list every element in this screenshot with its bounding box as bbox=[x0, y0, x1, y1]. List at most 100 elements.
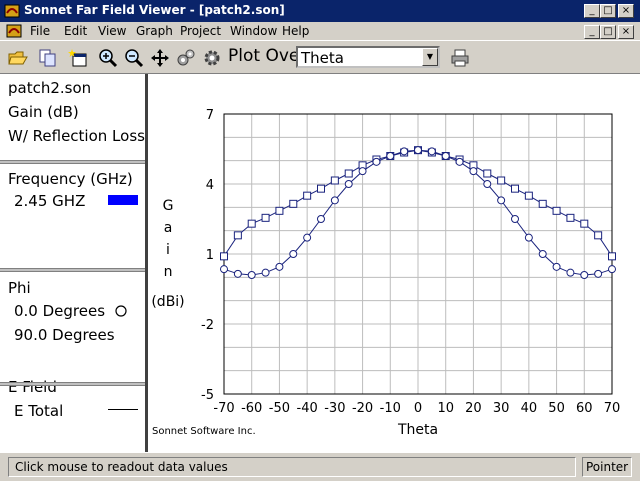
quantity-label: Gain (dB) bbox=[8, 103, 79, 121]
doc-minimize-button[interactable]: _ bbox=[584, 25, 600, 39]
data-point-square bbox=[289, 199, 298, 208]
x-tick-label: 30 bbox=[493, 401, 510, 416]
data-point-circle bbox=[441, 152, 450, 160]
title-bar: Sonnet Far Field Viewer - [patch2.son] _… bbox=[0, 0, 640, 22]
status-mode: Pointer bbox=[586, 460, 629, 474]
x-tick-label: 50 bbox=[548, 401, 565, 416]
data-point-circle bbox=[483, 180, 492, 188]
data-point-circle bbox=[552, 262, 561, 271]
status-message: Click mouse to readout data values bbox=[15, 460, 228, 474]
data-point-circle bbox=[580, 271, 589, 279]
menu-edit[interactable]: Edit bbox=[64, 24, 87, 38]
status-bar: Click mouse to readout data values Point… bbox=[0, 452, 640, 481]
plot-over-select[interactable]: Theta ▼ bbox=[296, 46, 440, 68]
panel-divider[interactable] bbox=[0, 160, 145, 164]
x-axis-label: Theta bbox=[397, 422, 438, 438]
line-style-swatch bbox=[108, 409, 138, 410]
plot-over-label: Plot Over bbox=[228, 46, 307, 66]
data-point-circle bbox=[358, 167, 367, 176]
printer-icon[interactable] bbox=[450, 48, 470, 68]
y-tick-label: -5 bbox=[201, 388, 214, 403]
status-message-panel: Click mouse to readout data values bbox=[8, 457, 576, 477]
x-tick-label: 40 bbox=[521, 401, 538, 416]
y-axis-label-letter: i bbox=[166, 242, 170, 258]
doc-restore-button[interactable]: □ bbox=[600, 25, 616, 39]
menu-window[interactable]: Window bbox=[230, 24, 277, 38]
frequency-color-swatch bbox=[108, 195, 138, 205]
zoom-out-icon[interactable] bbox=[124, 48, 144, 68]
menu-file[interactable]: File bbox=[30, 24, 50, 38]
x-tick-label: -60 bbox=[241, 401, 262, 416]
copy-icon[interactable] bbox=[38, 48, 58, 68]
data-point-square bbox=[233, 231, 242, 240]
x-tick-label: -30 bbox=[324, 401, 345, 416]
data-point-circle bbox=[247, 271, 256, 279]
gear-icon[interactable] bbox=[202, 48, 222, 68]
legend-pane: patch2.son Gain (dB) W/ Reflection Loss … bbox=[0, 74, 148, 452]
data-point-square bbox=[483, 169, 492, 178]
x-tick-label: -10 bbox=[380, 401, 401, 416]
data-point-square bbox=[303, 191, 312, 200]
data-point-square bbox=[317, 184, 325, 193]
phi-item-0[interactable]: 0.0 Degrees bbox=[14, 302, 105, 320]
data-point-circle bbox=[400, 147, 409, 156]
chevron-down-icon[interactable]: ▼ bbox=[422, 48, 438, 66]
data-point-square bbox=[261, 213, 270, 222]
data-point-square bbox=[608, 252, 616, 261]
minimize-button[interactable]: _ bbox=[584, 4, 600, 18]
data-point-circle bbox=[344, 180, 353, 188]
chart-credit: Sonnet Software Inc. bbox=[152, 426, 256, 437]
data-point-circle bbox=[511, 215, 519, 223]
data-point-circle bbox=[386, 152, 395, 160]
phi-item-1[interactable]: 90.0 Degrees bbox=[14, 326, 115, 344]
efield-item[interactable]: E Total bbox=[14, 402, 63, 420]
data-point-square bbox=[594, 231, 603, 240]
data-point-circle bbox=[455, 157, 464, 166]
panel-divider[interactable] bbox=[0, 268, 145, 272]
gain-chart[interactable]: -70 -60 -50 -40 -30 -20 -10 0 10 20 30 40 50 60 70 7 4 1 -… bbox=[148, 74, 640, 452]
efield-header: E Field bbox=[8, 378, 57, 396]
data-point-circle bbox=[497, 196, 506, 205]
x-tick-label: 60 bbox=[576, 401, 593, 416]
maximize-button[interactable]: □ bbox=[600, 4, 616, 18]
pan-icon[interactable] bbox=[150, 48, 170, 68]
x-tick-label: 20 bbox=[465, 401, 482, 416]
document-icon[interactable] bbox=[6, 24, 22, 38]
menu-project[interactable]: Project bbox=[180, 24, 221, 38]
data-point-square bbox=[344, 169, 353, 178]
close-button[interactable]: × bbox=[618, 4, 634, 18]
y-axis-unit: (dBi) bbox=[151, 294, 184, 310]
menu-view[interactable]: View bbox=[98, 24, 126, 38]
y-tick-label: -2 bbox=[201, 318, 214, 333]
data-point-circle bbox=[566, 268, 575, 277]
settings-icon[interactable] bbox=[176, 48, 196, 68]
menu-help[interactable]: Help bbox=[282, 24, 309, 38]
menu-graph[interactable]: Graph bbox=[136, 24, 173, 38]
data-point-circle bbox=[330, 196, 339, 205]
data-point-circle bbox=[220, 265, 228, 274]
y-axis-label-letter: n bbox=[164, 264, 173, 280]
data-point-circle bbox=[275, 262, 284, 271]
data-point-square bbox=[580, 219, 589, 228]
option-label: W/ Reflection Loss bbox=[8, 127, 145, 145]
data-point-circle bbox=[289, 250, 298, 258]
y-tick-label: 7 bbox=[206, 108, 214, 123]
data-point-square bbox=[275, 206, 284, 215]
circle-marker-icon bbox=[115, 305, 127, 317]
open-folder-icon[interactable] bbox=[8, 48, 28, 68]
new-window-icon[interactable] bbox=[68, 48, 88, 68]
panel-divider[interactable] bbox=[0, 382, 145, 386]
data-point-square bbox=[552, 206, 561, 215]
frequency-value[interactable]: 2.45 GHZ bbox=[14, 192, 85, 210]
zoom-in-icon[interactable] bbox=[98, 48, 118, 68]
data-point-circle bbox=[261, 268, 270, 277]
data-point-circle bbox=[372, 157, 381, 166]
plot-over-value: Theta bbox=[301, 49, 344, 67]
data-point-circle bbox=[414, 146, 422, 155]
plot-area[interactable]: -70 -60 -50 -40 -30 -20 -10 0 10 20 30 40 50 60 70 7 4 1 -… bbox=[148, 74, 640, 452]
doc-close-button[interactable]: × bbox=[618, 25, 634, 39]
status-mode-panel: Pointer bbox=[582, 457, 632, 477]
data-point-square bbox=[538, 199, 547, 208]
x-tick-label: -50 bbox=[269, 401, 290, 416]
app-icon bbox=[4, 4, 20, 18]
